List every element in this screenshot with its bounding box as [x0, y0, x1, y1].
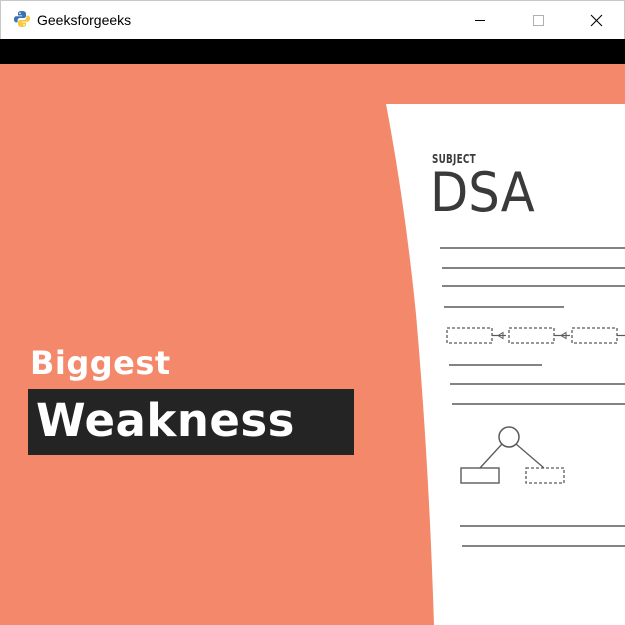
subject-value: DSA — [430, 161, 535, 224]
headline-top: Biggest — [30, 344, 171, 382]
minimize-button[interactable] — [457, 1, 503, 40]
window-title: Geeksforgeeks — [37, 12, 132, 28]
headline-main: Weakness — [36, 394, 295, 447]
title-bar[interactable]: Geeksforgeeks — [0, 0, 625, 39]
close-icon — [590, 14, 603, 27]
maximize-icon — [533, 15, 544, 26]
app-window: Geeksforgeeks SUBJECT DSA Biggest Weakne… — [0, 0, 625, 625]
video-frame[interactable]: SUBJECT DSA Biggest Weakness — [0, 64, 625, 625]
python-icon — [13, 10, 31, 28]
close-button[interactable] — [573, 1, 619, 40]
minimize-icon — [475, 20, 485, 21]
maximize-button[interactable] — [515, 1, 561, 40]
video-letterbox-bar — [0, 39, 625, 64]
